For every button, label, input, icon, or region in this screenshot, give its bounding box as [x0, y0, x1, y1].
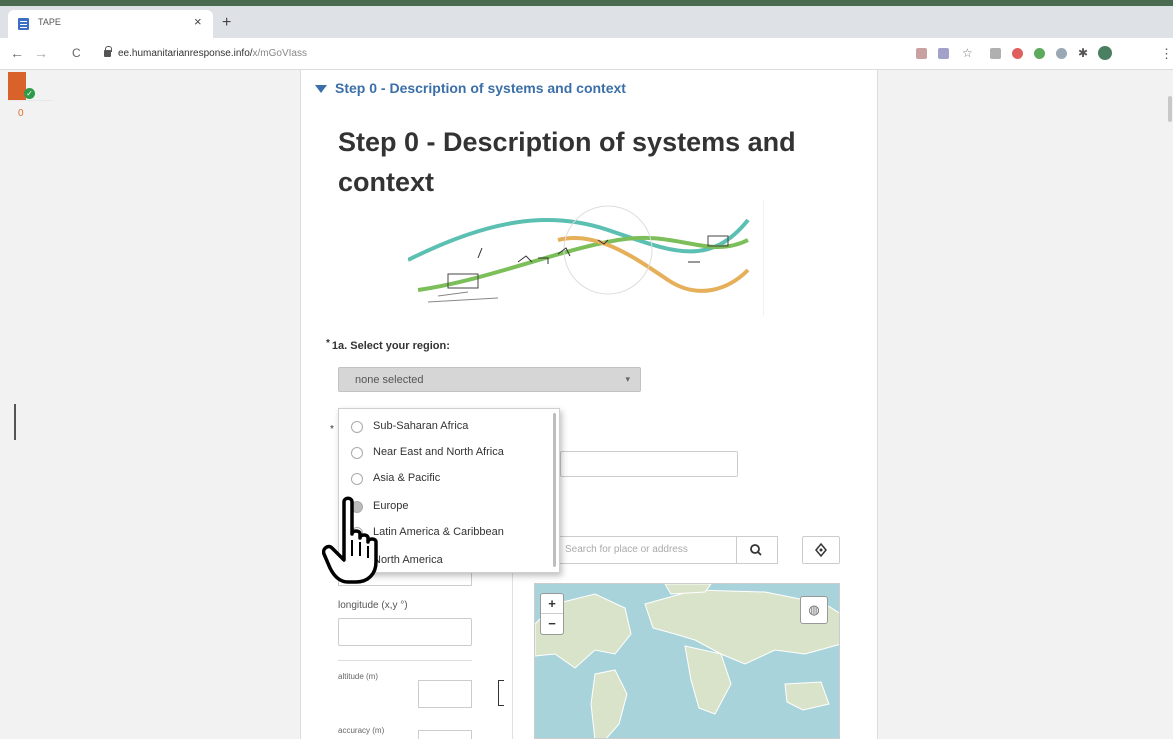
- puzzle-icon[interactable]: ✱: [1078, 47, 1089, 59]
- zoom-out-button[interactable]: −: [541, 614, 563, 634]
- location-map[interactable]: [534, 583, 840, 739]
- browser-tab-bar: TAPE × +: [0, 6, 1173, 38]
- region-question-label: * 1a. Select your region:: [326, 338, 450, 352]
- radio-button[interactable]: [351, 473, 363, 485]
- region-option-label: Asia & Pacific: [373, 472, 441, 484]
- accuracy-label: accuracy (m): [338, 726, 385, 735]
- altitude-label: altitude (m): [338, 672, 379, 681]
- chevron-down-icon: ▾: [625, 374, 630, 384]
- radio-button[interactable]: [351, 447, 363, 459]
- back-icon[interactable]: ←: [10, 46, 24, 60]
- tab-close-icon[interactable]: ×: [194, 15, 202, 29]
- required-marker: *: [330, 424, 334, 435]
- extension-icon[interactable]: [990, 48, 1001, 59]
- locate-button[interactable]: [802, 536, 840, 564]
- region-option-label: Latin America & Caribbean: [373, 526, 504, 538]
- location-search-input[interactable]: Search for place or address: [548, 536, 736, 564]
- url-field[interactable]: ee.humanitarianresponse.info/x/mGoVIass: [118, 48, 307, 59]
- app-badge[interactable]: [8, 72, 26, 100]
- page-scrollbar[interactable]: [1168, 96, 1172, 122]
- dropdown-scrollbar[interactable]: [553, 413, 556, 567]
- lock-icon[interactable]: [104, 46, 112, 57]
- profile-avatar[interactable]: [1098, 46, 1112, 60]
- field-divider: [338, 660, 472, 661]
- collapse-triangle-icon[interactable]: [315, 85, 327, 94]
- radio-button[interactable]: [351, 421, 363, 433]
- url-path: x/mGoVIass: [252, 48, 307, 59]
- map-zoom-control: + −: [540, 593, 564, 635]
- left-counter: 0: [18, 108, 24, 119]
- longitude-label: longitude (x,y °): [338, 600, 408, 611]
- longitude-input[interactable]: [338, 618, 472, 646]
- left-handle[interactable]: [14, 404, 16, 440]
- text-cursor: [498, 680, 504, 706]
- bookmark-star-icon[interactable]: ☆: [962, 47, 973, 59]
- form-favicon-icon: [18, 18, 29, 30]
- group-header[interactable]: Step 0 - Description of systems and cont…: [315, 80, 626, 96]
- url-domain: ee.humanitarianresponse.info/: [118, 48, 253, 59]
- search-button[interactable]: [736, 536, 778, 564]
- new-tab-button[interactable]: +: [222, 15, 231, 31]
- extension-icon[interactable]: [1056, 48, 1067, 59]
- page-title: Step 0 - Description of systems and cont…: [338, 127, 796, 197]
- browser-menu-icon[interactable]: ⋮: [1160, 46, 1173, 62]
- extension-icon[interactable]: [1034, 48, 1045, 59]
- landscape-illustration: [408, 200, 764, 316]
- region-option-label: Near East and North Africa: [373, 446, 504, 458]
- zoom-in-button[interactable]: +: [541, 594, 563, 614]
- country-input[interactable]: [560, 451, 738, 477]
- map-landmass: [535, 584, 839, 738]
- location-search-placeholder: Search for place or address: [565, 544, 688, 555]
- hand-pointer-icon: [322, 496, 378, 584]
- tab-title: TAPE: [38, 17, 61, 27]
- forward-icon[interactable]: →: [34, 46, 48, 60]
- illustration-curve: [417, 235, 749, 292]
- region-question-text: 1a. Select your region:: [331, 340, 450, 352]
- group-header-label: Step 0 - Description of systems and cont…: [335, 80, 626, 96]
- extension-icon[interactable]: [938, 48, 949, 59]
- browser-tab[interactable]: TAPE ×: [8, 10, 213, 38]
- region-select-value: none selected: [355, 374, 424, 386]
- left-divider: [8, 100, 53, 101]
- extension-icon[interactable]: [916, 48, 927, 59]
- check-icon: ✓: [24, 88, 35, 99]
- map-layers-button[interactable]: ◍: [800, 596, 828, 624]
- region-select[interactable]: none selected ▾: [338, 367, 641, 392]
- altitude-input[interactable]: [418, 680, 472, 708]
- extension-icon[interactable]: [1012, 48, 1023, 59]
- search-icon: [750, 544, 762, 556]
- illustration-line: [427, 291, 499, 303]
- illustration-animals: [477, 239, 700, 264]
- required-marker: *: [326, 338, 330, 349]
- browser-address-bar: ← → C ee.humanitarianresponse.info/x/mGo…: [0, 38, 1173, 70]
- reload-icon[interactable]: C: [72, 46, 81, 60]
- accuracy-input[interactable]: [418, 730, 472, 739]
- locate-icon: [815, 542, 827, 558]
- region-option-label: Sub-Saharan Africa: [373, 420, 469, 432]
